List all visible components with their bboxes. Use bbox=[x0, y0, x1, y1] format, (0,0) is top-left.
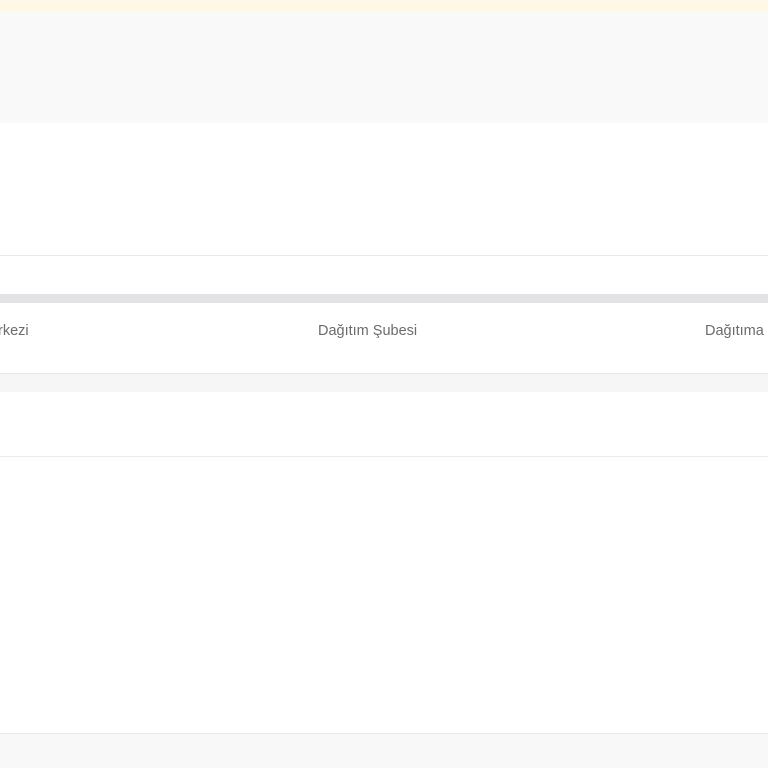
table-top-rule bbox=[0, 294, 768, 303]
top-band bbox=[0, 12, 768, 123]
page: rkezi Dağıtım Şubesi Dağıtıma bbox=[0, 0, 768, 768]
table-row[interactable] bbox=[0, 392, 768, 457]
content-panel bbox=[0, 123, 768, 256]
column-header-dagitima[interactable]: Dağıtıma bbox=[705, 323, 764, 339]
column-header-merkezi[interactable]: rkezi bbox=[0, 323, 29, 339]
filter-strip bbox=[0, 256, 768, 294]
column-header-dagitim-subesi[interactable]: Dağıtım Şubesi bbox=[318, 323, 417, 339]
bottom-band bbox=[0, 734, 768, 768]
table-body bbox=[0, 457, 768, 734]
table-gap bbox=[0, 374, 768, 392]
notice-bar bbox=[0, 0, 768, 12]
table-header: rkezi Dağıtım Şubesi Dağıtıma bbox=[0, 303, 768, 374]
